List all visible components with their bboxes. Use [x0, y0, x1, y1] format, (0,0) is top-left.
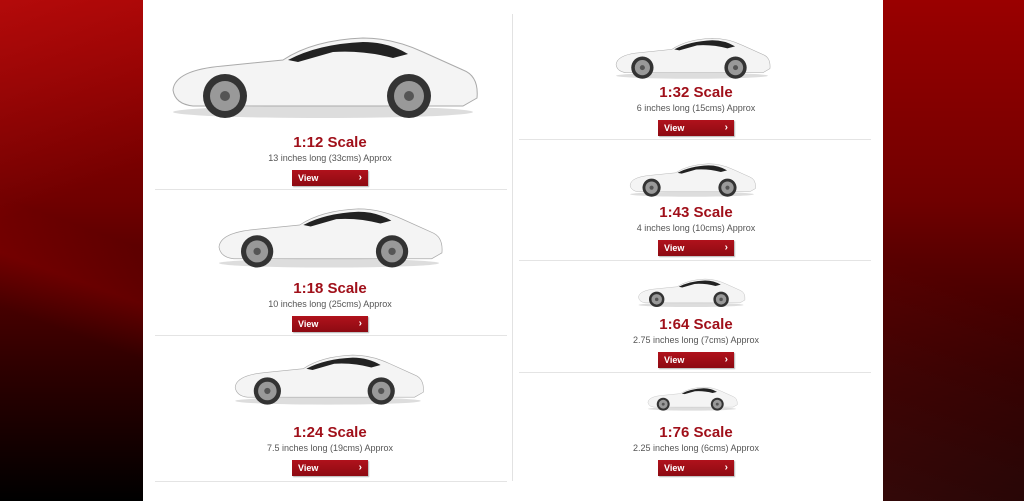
view-label: View — [298, 319, 319, 329]
scale-title: 1:24 Scale — [293, 424, 367, 441]
scale-description: 2.75 inches long (7cms) Approx — [632, 335, 760, 345]
view-label: View — [664, 355, 685, 365]
view-label: View — [298, 463, 319, 473]
view-button[interactable]: View › — [658, 352, 734, 368]
view-label: View — [664, 123, 685, 133]
car-image-1-76[interactable] — [645, 384, 739, 412]
chevron-right-icon: › — [358, 172, 362, 183]
scale-item-1-12: 1:12 Scale 13 inches long (33cms) Approx… — [155, 134, 505, 186]
separator — [155, 335, 507, 336]
scale-title: 1:43 Scale — [659, 204, 733, 221]
chevron-right-icon: › — [724, 462, 728, 473]
chevron-right-icon: › — [724, 354, 728, 365]
car-image-1-32[interactable] — [611, 34, 773, 80]
separator — [519, 139, 871, 140]
scale-item-1-64: 1:64 Scale 2.75 inches long (7cms) Appro… — [521, 316, 871, 368]
column-divider — [512, 14, 513, 481]
scale-item-1-43: 1:43 Scale 4 inches long (10cms) Approx … — [521, 204, 871, 256]
scale-title: 1:12 Scale — [293, 134, 367, 151]
view-button[interactable]: View › — [292, 170, 368, 186]
view-label: View — [664, 243, 685, 253]
separator — [519, 260, 871, 261]
view-label: View — [664, 463, 685, 473]
chevron-right-icon: › — [724, 242, 728, 253]
view-button[interactable]: View › — [658, 120, 734, 136]
view-button[interactable]: View › — [658, 460, 734, 476]
car-image-1-43[interactable] — [626, 160, 758, 198]
view-button[interactable]: View › — [292, 460, 368, 476]
view-button[interactable]: View › — [292, 316, 368, 332]
scale-item-1-24: 1:24 Scale 7.5 inches long (19cms) Appro… — [155, 424, 505, 476]
background-left — [0, 0, 143, 501]
scale-description: 7.5 inches long (19cms) Approx — [266, 443, 394, 453]
scale-title: 1:76 Scale — [659, 424, 733, 441]
separator — [155, 189, 507, 190]
chevron-right-icon: › — [724, 122, 728, 133]
scale-description: 13 inches long (33cms) Approx — [268, 153, 392, 163]
scale-description: 10 inches long (25cms) Approx — [268, 299, 392, 309]
scale-selection-panel: 1:12 Scale 13 inches long (33cms) Approx… — [143, 0, 883, 501]
scale-title: 1:18 Scale — [293, 280, 367, 297]
car-image-1-64[interactable] — [635, 276, 747, 308]
scale-title: 1:64 Scale — [659, 316, 733, 333]
car-image-1-18[interactable] — [211, 203, 447, 269]
scale-item-1-76: 1:76 Scale 2.25 inches long (6cms) Appro… — [521, 424, 871, 476]
view-button[interactable]: View › — [658, 240, 734, 256]
scale-title: 1:32 Scale — [659, 84, 733, 101]
scale-item-1-32: 1:32 Scale 6 inches long (15cms) Approx … — [521, 84, 871, 136]
chevron-right-icon: › — [358, 318, 362, 329]
view-label: View — [298, 173, 319, 183]
separator — [519, 372, 871, 373]
car-image-1-24[interactable] — [229, 350, 427, 406]
chevron-right-icon: › — [358, 462, 362, 473]
separator — [155, 481, 507, 482]
scale-description: 2.25 inches long (6cms) Approx — [632, 443, 760, 453]
car-image-1-12[interactable] — [163, 30, 483, 120]
background-right — [883, 0, 1024, 501]
scale-description: 6 inches long (15cms) Approx — [636, 103, 756, 113]
scale-item-1-18: 1:18 Scale 10 inches long (25cms) Approx… — [155, 280, 505, 332]
scale-description: 4 inches long (10cms) Approx — [636, 223, 756, 233]
